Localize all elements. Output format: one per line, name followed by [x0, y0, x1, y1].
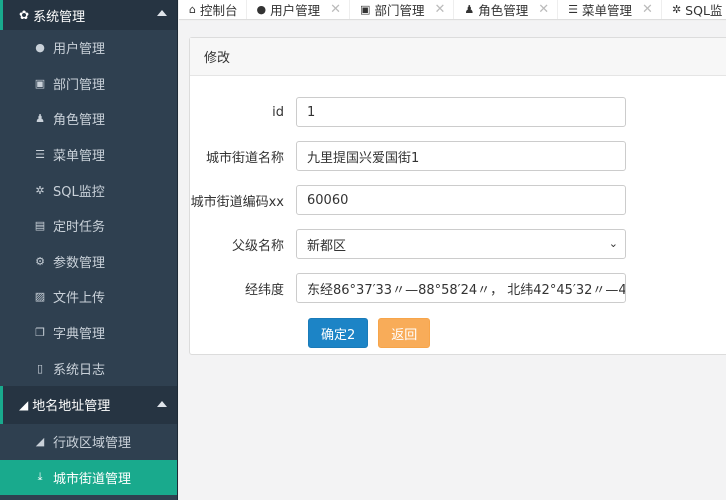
list-icon: ☰: [568, 3, 579, 16]
sidebar-item-label: 字典管理: [53, 327, 106, 343]
tab-user[interactable]: ● 用户管理 ✕: [247, 0, 351, 19]
list-icon: ☰: [35, 148, 45, 162]
sidebar-item-label: 角色管理: [53, 113, 106, 129]
sidebar-item-sql[interactable]: ✲ SQL监控: [0, 172, 177, 208]
tab-sql[interactable]: ✲ SQL监: [662, 0, 726, 19]
user-icon: ●: [256, 3, 267, 16]
close-icon[interactable]: ✕: [642, 2, 653, 17]
street-name-input[interactable]: 九里提国兴爱国街1: [296, 141, 626, 171]
sidebar-item-label: 文件上传: [53, 291, 106, 307]
tab-bar: ⌂ 控制台 ● 用户管理 ✕ ▣ 部门管理 ✕ ♟ 角色管理 ✕ ☰ 菜单管理 ✕ ✲ SQL监: [179, 0, 726, 20]
sidebar-item-task[interactable]: ▤ 定时任务: [0, 208, 177, 244]
sidebar-item-label: 参数管理: [53, 255, 106, 271]
sidebar-group-label: 地名地址管理: [32, 399, 111, 415]
sidebar-item-label: 系统日志: [53, 362, 106, 378]
gear-icon: ✿: [19, 8, 30, 22]
sidebar-menu-address: ◢ 行政区域管理 ⤓ 城市街道管理: [0, 423, 177, 496]
sidebar-menu-system: ● 用户管理 ▣ 部门管理 ♟ 角色管理 ☰ 菜单管理 ✲ SQL监控 ▤ 定时任务 ⚙ 参数…: [0, 30, 177, 386]
tab-label: 控制台: [199, 3, 238, 18]
close-icon[interactable]: ✕: [330, 2, 341, 17]
cog-icon: ⚙: [35, 254, 45, 268]
file-text-icon: ▯: [36, 361, 44, 375]
edit-form: id 1 城市街道名称 九里提国兴爱国街1 城市街道编码xx 60060 父级名…: [190, 76, 726, 348]
tab-label: 菜单管理: [582, 3, 633, 18]
main-content: 修改 id 1 城市街道名称 九里提国兴爱国街1 城市街道编码xx 60060 …: [179, 21, 726, 500]
latlng-input[interactable]: 东经86°37′33〃—88°58′24〃， 北纬42°45′32〃—44°08…: [296, 273, 626, 303]
sidebar-item-dept[interactable]: ▣ 部门管理: [0, 66, 177, 102]
tab-label: 角色管理: [478, 3, 529, 18]
id-input[interactable]: 1: [296, 97, 626, 127]
sidebar-group-label: 系统管理: [33, 9, 86, 25]
street-name-label: 城市街道名称: [205, 150, 284, 166]
tab-dashboard[interactable]: ⌂ 控制台: [179, 0, 247, 19]
tab-label: 用户管理: [270, 3, 321, 18]
close-icon[interactable]: ✕: [434, 2, 445, 17]
caret-up-icon: [157, 10, 167, 16]
tab-dept[interactable]: ▣ 部门管理 ✕: [350, 0, 455, 19]
tasks-icon: ▤: [34, 219, 46, 233]
sidebar-item-label: 城市街道管理: [53, 471, 132, 487]
bug-icon: ✲: [35, 183, 45, 197]
edit-panel: 修改 id 1 城市街道名称 九里提国兴爱国街1 城市街道编码xx 60060 …: [189, 37, 726, 355]
sidebar-item-dict[interactable]: ❐ 字典管理: [0, 315, 177, 351]
parent-name-select[interactable]: 新都区: [296, 229, 626, 259]
parent-name-label: 父级名称: [231, 238, 284, 254]
street-code-input[interactable]: 60060: [296, 185, 626, 215]
form-row-street-name: 城市街道名称 九里提国兴爱国街1: [190, 134, 726, 178]
close-icon[interactable]: ✕: [538, 2, 549, 17]
id-label: id: [272, 104, 284, 120]
image-icon: ▨: [34, 290, 46, 304]
home-icon: ⌂: [189, 3, 196, 16]
area-chart-icon: ◢: [35, 435, 45, 449]
building-icon: ▣: [34, 76, 46, 90]
sidebar-item-label: 用户管理: [53, 42, 106, 58]
parent-select-wrap: 新都区 ⌄: [296, 229, 626, 259]
caret-up-icon: [157, 400, 167, 407]
tab-label: 部门管理: [374, 3, 425, 18]
form-row-parent: 父级名称 新都区 ⌄: [190, 222, 726, 266]
street-code-label: 城市街道编码xx: [190, 194, 284, 210]
sidebar-item-menu[interactable]: ☰ 菜单管理: [0, 137, 177, 173]
sidebar-item-region[interactable]: ◢ 行政区域管理: [0, 424, 177, 460]
form-row-id: id 1: [190, 90, 726, 134]
bookmark-icon: ❐: [35, 326, 45, 340]
sidebar-item-label: SQL监控: [53, 184, 105, 200]
back-button[interactable]: 返回: [378, 318, 431, 348]
user-secret-icon: ♟: [35, 112, 45, 126]
latlng-label: 经纬度: [244, 282, 284, 298]
sidebar-item-label: 部门管理: [53, 77, 106, 93]
sidebar-item-label: 菜单管理: [53, 149, 106, 165]
sidebar-item-label: 定时任务: [53, 220, 106, 236]
tab-role[interactable]: ♟ 角色管理 ✕: [454, 0, 559, 19]
sidebar-item-upload[interactable]: ▨ 文件上传: [0, 279, 177, 315]
form-row-latlng: 经纬度 东经86°37′33〃—88°58′24〃， 北纬42°45′32〃—4…: [190, 266, 726, 310]
form-row-street-code: 城市街道编码xx 60060: [190, 178, 726, 222]
bug-icon: ✲: [671, 3, 682, 16]
sidebar-item-role[interactable]: ♟ 角色管理: [0, 101, 177, 137]
building-icon: ▣: [360, 3, 371, 16]
form-actions: 确定2 返回: [190, 318, 726, 348]
user-secret-icon: ♟: [464, 3, 475, 16]
sidebar-item-user[interactable]: ● 用户管理: [0, 30, 177, 66]
tab-menu[interactable]: ☰ 菜单管理 ✕: [558, 0, 662, 19]
confirm-button[interactable]: 确定2: [308, 318, 369, 348]
sidebar-item-label: 行政区域管理: [53, 436, 132, 452]
sidebar-group-system[interactable]: ✿ 系统管理: [0, 0, 177, 30]
sidebar-item-street[interactable]: ⤓ 城市街道管理: [0, 459, 177, 496]
area-chart-icon: ◢: [19, 397, 29, 412]
panel-title: 修改: [190, 38, 726, 76]
download-icon: ⤓: [37, 470, 43, 484]
sidebar-item-param[interactable]: ⚙ 参数管理: [0, 244, 177, 280]
tab-label: SQL监: [685, 3, 723, 18]
sidebar-item-log[interactable]: ▯ 系统日志: [0, 350, 177, 386]
sidebar-group-address[interactable]: ◢ 地名地址管理: [0, 385, 177, 424]
sidebar: ✿ 系统管理 ● 用户管理 ▣ 部门管理 ♟ 角色管理 ☰ 菜单管理 ✲ SQL监控 ▤ 定…: [0, 0, 178, 500]
user-icon: ●: [35, 41, 45, 55]
